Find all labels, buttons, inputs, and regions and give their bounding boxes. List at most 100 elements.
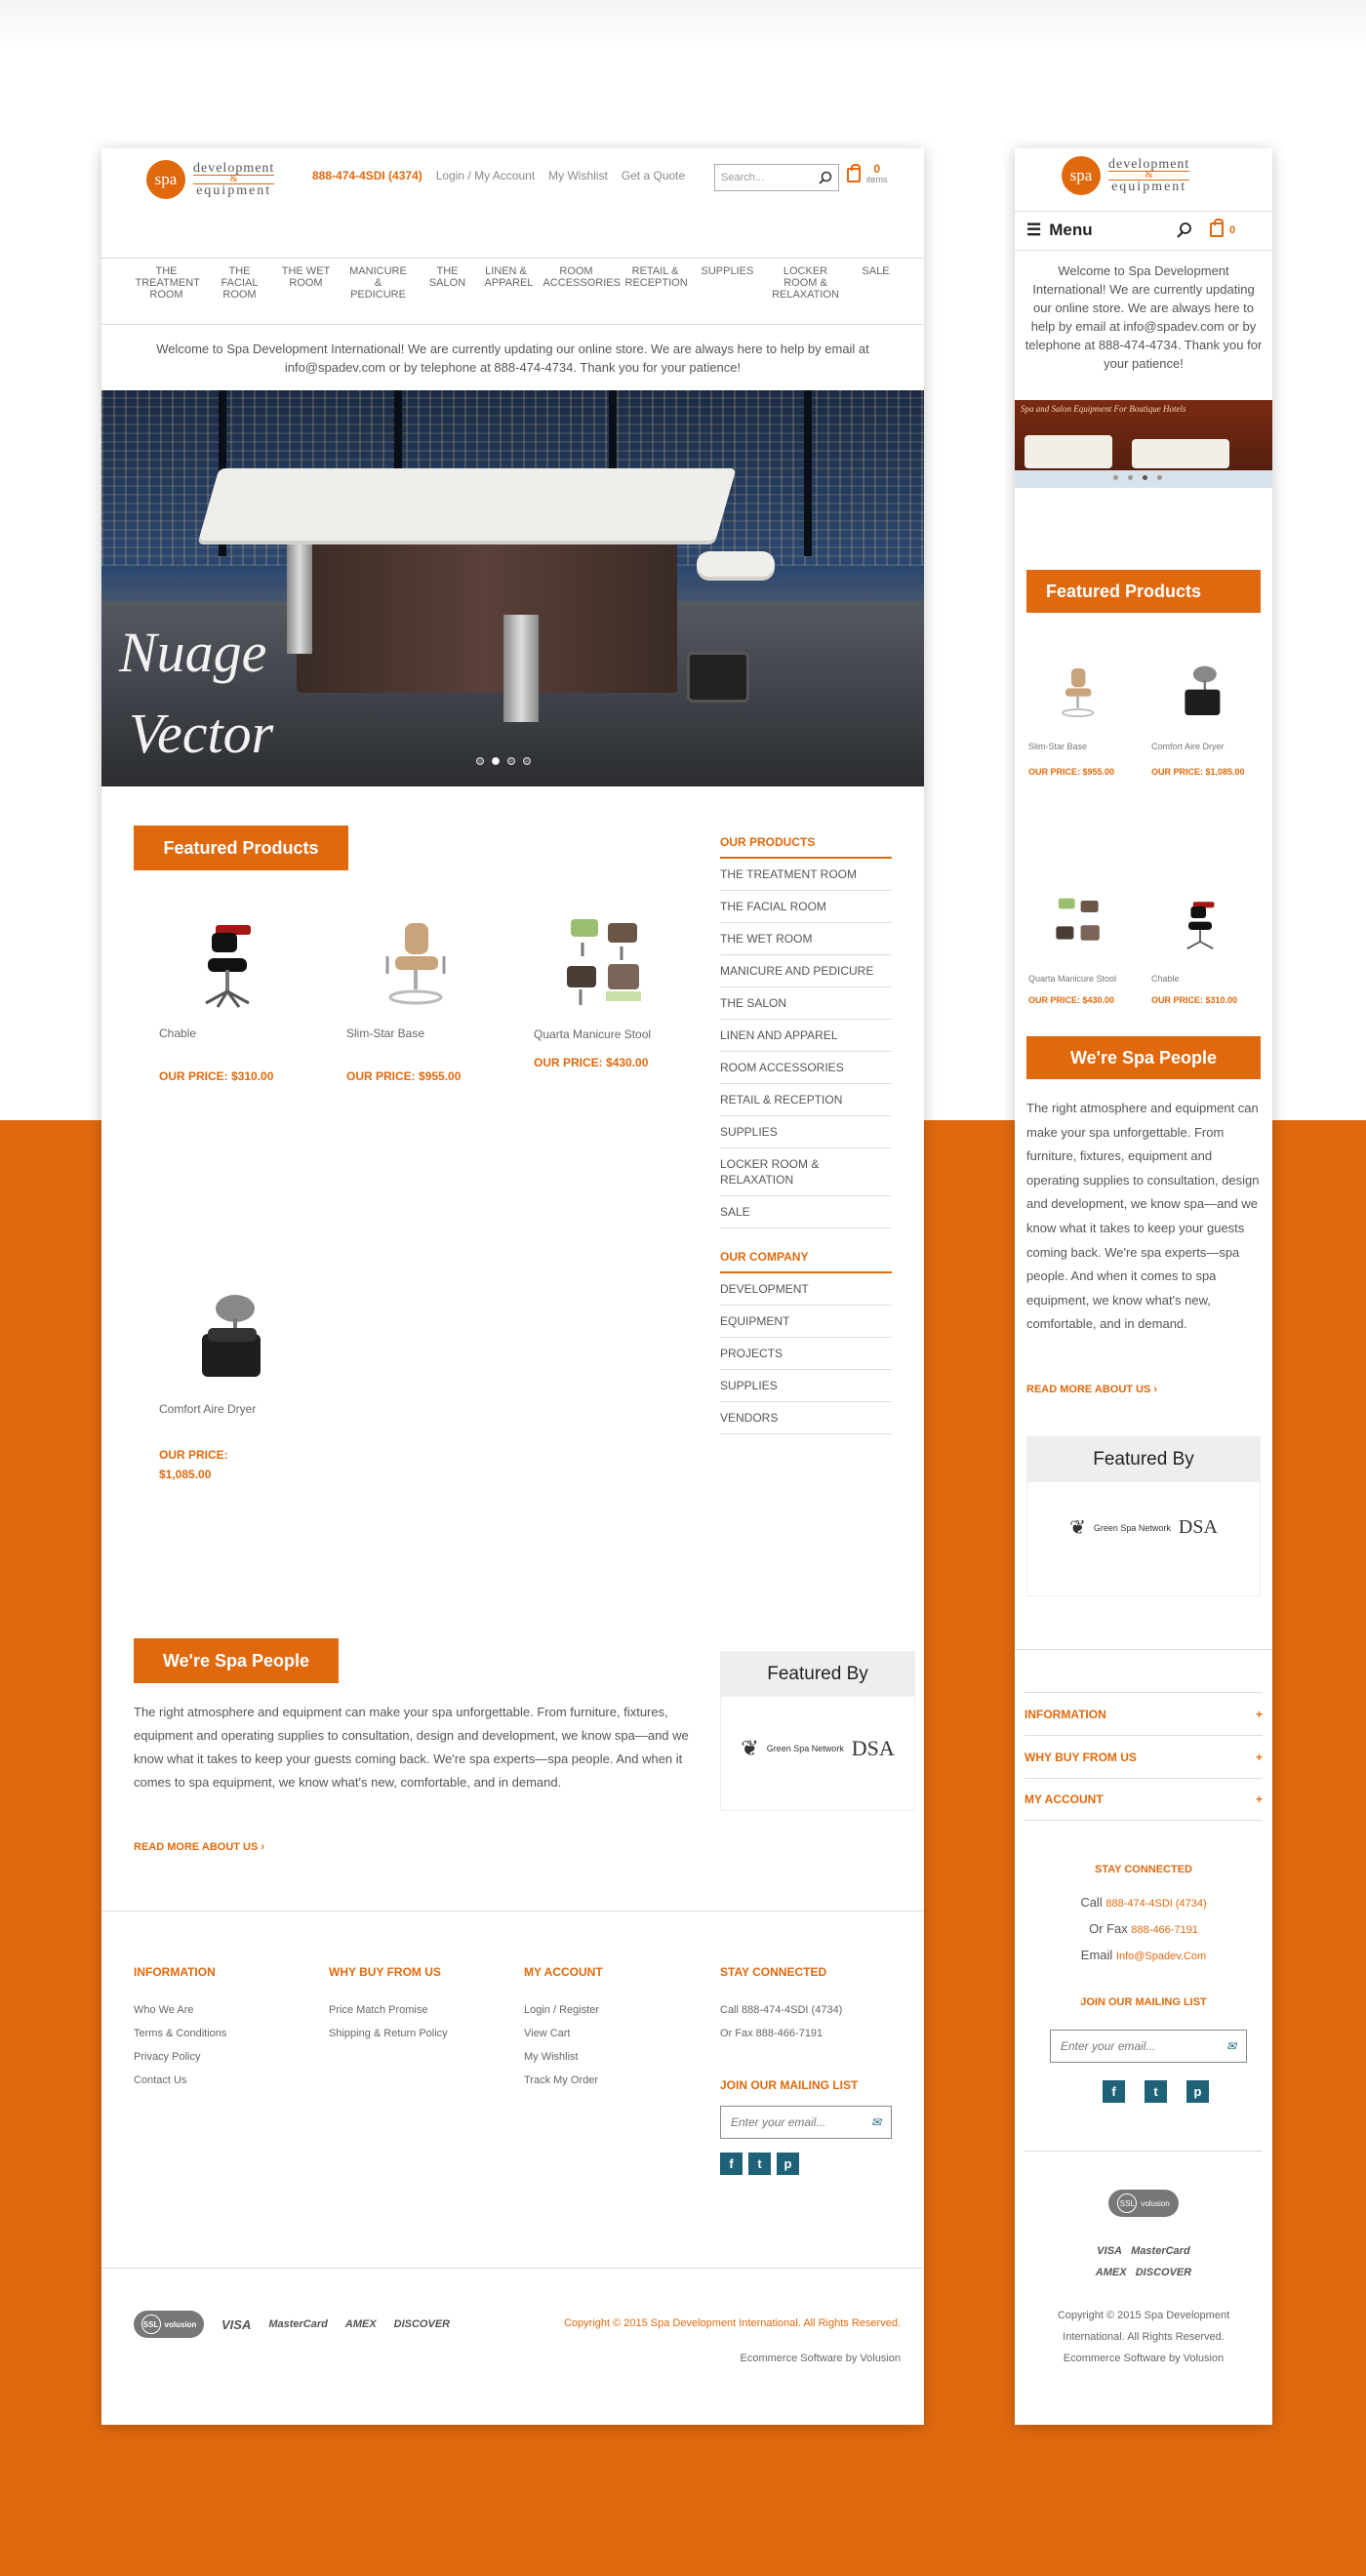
product-name[interactable]: Quarta Manicure Stool [534, 1026, 680, 1042]
email-submit-icon[interactable]: ✉ [1226, 2039, 1236, 2053]
email-submit-icon[interactable]: ✉ [871, 2115, 881, 2129]
sidebar-item-supplies[interactable]: SUPPLIES [720, 1116, 892, 1148]
product-card-comfort-aire[interactable]: Comfort Aire Dryer OUR PRICE: $1,085.00 [159, 1289, 305, 1484]
facebook-icon[interactable]: f [1103, 2080, 1125, 2103]
footer-link-contact[interactable]: Contact Us [134, 2074, 309, 2086]
product-image[interactable] [179, 913, 276, 1011]
pinterest-icon[interactable]: p [1186, 2080, 1209, 2103]
slider-dot-3[interactable] [507, 757, 515, 765]
search-icon[interactable] [819, 171, 832, 184]
nav-sale[interactable]: SALE [854, 265, 899, 301]
mobile-email[interactable]: Info@Spadev.Com [1116, 1951, 1206, 1962]
product-image[interactable] [1171, 658, 1229, 726]
banner-dot-1[interactable] [1112, 474, 1119, 481]
banner-dot-4[interactable] [1156, 474, 1163, 481]
footer-link-privacy[interactable]: Privacy Policy [134, 2051, 309, 2063]
mobile-read-more-link[interactable]: READ MORE ABOUT US › [1026, 1384, 1157, 1395]
twitter-icon[interactable]: t [1145, 2080, 1167, 2103]
sidebar-item-manicure-pedicure[interactable]: MANICURE AND PEDICURE [720, 955, 892, 987]
product-image[interactable] [1048, 658, 1106, 726]
sidebar-item-vendors[interactable]: VENDORS [720, 1402, 892, 1434]
mobile-menu-button[interactable]: ☰ Menu [1026, 221, 1093, 240]
mobile-product-quarta[interactable]: Quarta Manicure Stool OUR PRICE: $430.00 [1028, 890, 1136, 1005]
accordion-my-account[interactable]: MY ACCOUNT + [1024, 1778, 1263, 1821]
product-name[interactable]: Chable [159, 1026, 305, 1040]
nav-salon[interactable]: THE SALON [419, 265, 477, 301]
footer-link-track-order[interactable]: Track My Order [524, 2074, 700, 2086]
sidebar-item-wet-room[interactable]: THE WET ROOM [720, 923, 892, 955]
product-image[interactable] [366, 913, 463, 1011]
slider-dot-1[interactable] [476, 757, 484, 765]
nav-room-accessories[interactable]: ROOM ACCESSORIES [536, 265, 621, 301]
mobile-product-comfort-aire[interactable]: Comfort Aire Dryer OUR PRICE: $1,085.00 [1151, 658, 1259, 777]
footer-link-who-we-are[interactable]: Who We Are [134, 2004, 309, 2016]
search-icon[interactable] [1177, 222, 1192, 238]
sidebar-item-equipment[interactable]: EQUIPMENT [720, 1306, 892, 1338]
product-card-quarta[interactable]: Quarta Manicure Stool OUR PRICE: $430.00 [534, 913, 680, 1069]
nav-wet-room[interactable]: THE WET ROOM [274, 265, 339, 301]
footer-call[interactable]: Call 888-474-4SDI (4734) [720, 2004, 896, 2016]
accordion-information[interactable]: INFORMATION + [1024, 1692, 1263, 1735]
site-logo[interactable]: spa development & equipment [146, 160, 275, 199]
sidebar-item-supplies-company[interactable]: SUPPLIES [720, 1370, 892, 1402]
mobile-newsletter-input[interactable]: Enter your email... ✉ [1050, 2030, 1247, 2063]
mobile-call[interactable]: 888-474-4SDI (4734) [1105, 1898, 1206, 1910]
sidebar-item-salon[interactable]: THE SALON [720, 987, 892, 1020]
quote-link[interactable]: Get a Quote [622, 169, 685, 182]
product-name[interactable]: Slim-Star Base [346, 1026, 493, 1040]
nav-treatment-room[interactable]: THE TREATMENT ROOM [128, 265, 206, 301]
product-image[interactable] [553, 913, 651, 1011]
footer-link-view-cart[interactable]: View Cart [524, 2028, 700, 2039]
sidebar-item-facial-room[interactable]: THE FACIAL ROOM [720, 891, 892, 923]
sidebar-item-retail-reception[interactable]: RETAIL & RECEPTION [720, 1084, 892, 1116]
nav-supplies[interactable]: SUPPLIES [694, 265, 758, 301]
footer-link-price-match[interactable]: Price Match Promise [329, 2004, 504, 2016]
sidebar-item-room-accessories[interactable]: ROOM ACCESSORIES [720, 1052, 892, 1084]
mobile-product-chable[interactable]: Chable OUR PRICE: $310.00 [1151, 890, 1259, 1005]
login-link[interactable]: Login / My Account [436, 169, 535, 182]
sidebar-item-treatment-room[interactable]: THE TREATMENT ROOM [720, 859, 892, 891]
search-input[interactable]: Search... [714, 164, 839, 191]
mobile-product-slim-star[interactable]: Slim-Star Base OUR PRICE: $955.00 [1028, 658, 1136, 777]
product-card-slim-star[interactable]: Slim-Star Base OUR PRICE: $955.00 [346, 913, 493, 1083]
product-image[interactable] [179, 1289, 276, 1387]
volusion-credit[interactable]: Ecommerce Software by Volusion [741, 2353, 901, 2364]
footer-link-login[interactable]: Login / Register [524, 2004, 700, 2016]
facebook-icon[interactable]: f [720, 2153, 743, 2175]
accordion-why-buy[interactable]: WHY BUY FROM US + [1024, 1735, 1263, 1778]
hero-slider[interactable]: Nuage Vector [101, 390, 924, 786]
slider-dot-2[interactable] [492, 757, 500, 765]
footer-link-terms[interactable]: Terms & Conditions [134, 2028, 309, 2039]
product-name[interactable]: Comfort Aire Dryer [159, 1402, 305, 1416]
banner-dot-2[interactable] [1127, 474, 1134, 481]
twitter-icon[interactable]: t [748, 2153, 771, 2175]
product-card-chable[interactable]: Chable OUR PRICE: $310.00 [159, 913, 305, 1083]
product-image[interactable] [1171, 890, 1229, 958]
wishlist-link[interactable]: My Wishlist [548, 169, 608, 182]
sidebar-item-projects[interactable]: PROJECTS [720, 1338, 892, 1370]
nav-retail-reception[interactable]: RETAIL & RECEPTION [618, 265, 694, 301]
nav-manicure-pedicure[interactable]: MANICURE & PEDICURE [339, 265, 419, 301]
newsletter-email-input[interactable]: Enter your email... ✉ [720, 2106, 892, 2139]
product-name[interactable]: Slim-Star Base [1028, 742, 1136, 751]
product-name[interactable]: Quarta Manicure Stool [1028, 974, 1136, 984]
sidebar-item-sale[interactable]: SALE [720, 1196, 892, 1228]
nav-locker-room[interactable]: LOCKER ROOM & RELAXATION [758, 265, 854, 301]
sidebar-item-linen-apparel[interactable]: LINEN AND APPAREL [720, 1020, 892, 1052]
sidebar-item-development[interactable]: DEVELOPMENT [720, 1273, 892, 1306]
banner-dot-3[interactable] [1142, 474, 1148, 481]
pinterest-icon[interactable]: p [777, 2153, 799, 2175]
read-more-link[interactable]: READ MORE ABOUT US › [134, 1841, 264, 1853]
footer-link-wishlist[interactable]: My Wishlist [524, 2051, 700, 2063]
product-name[interactable]: Chable [1151, 974, 1259, 984]
sidebar-item-locker-room[interactable]: LOCKER ROOM & RELAXATION [720, 1148, 892, 1196]
slider-dot-4[interactable] [523, 757, 531, 765]
mobile-cart-button[interactable]: 0 [1210, 219, 1235, 237]
cart-button[interactable]: 0 items [847, 163, 888, 185]
product-name[interactable]: Comfort Aire Dryer [1151, 742, 1259, 751]
nav-facial-room[interactable]: THE FACIAL ROOM [206, 265, 274, 301]
header-phone[interactable]: 888-474-4SDI (4374) [312, 169, 422, 182]
footer-link-shipping[interactable]: Shipping & Return Policy [329, 2028, 504, 2039]
mobile-logo[interactable]: spa development & equipment [1062, 156, 1190, 195]
product-image[interactable] [1048, 890, 1106, 958]
